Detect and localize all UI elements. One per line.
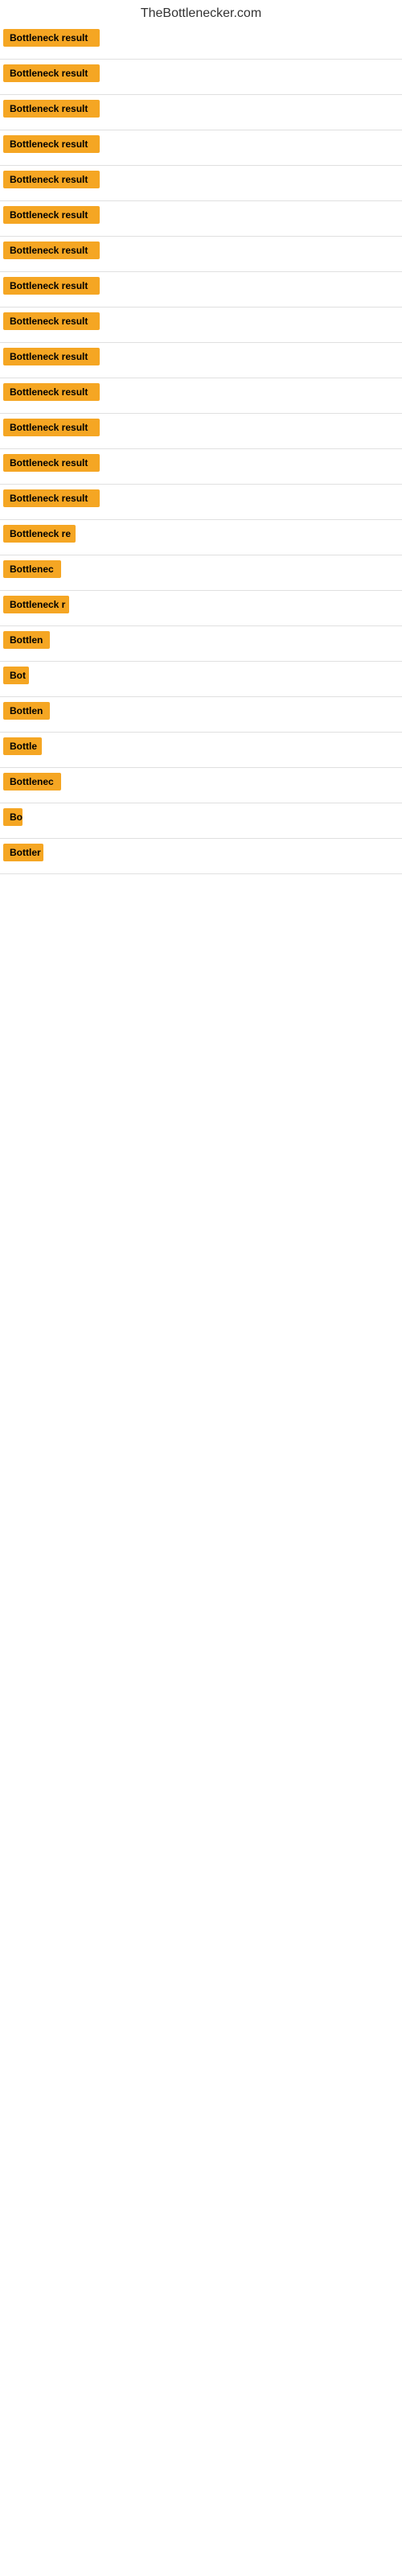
bottom-spacer (0, 874, 402, 1357)
list-item: Bottleneck result (0, 485, 402, 520)
list-item: Bottleneck result (0, 449, 402, 485)
list-item: Bottleneck re (0, 520, 402, 555)
bottleneck-badge[interactable]: Bottleneck result (3, 100, 100, 118)
bottleneck-badge[interactable]: Bottlen (3, 702, 50, 720)
bottleneck-badge[interactable]: Bot (3, 667, 29, 684)
bottleneck-badge[interactable]: Bottleneck result (3, 171, 100, 188)
list-item: Bottleneck result (0, 201, 402, 237)
bottleneck-badge[interactable]: Bottlenec (3, 773, 61, 791)
bottleneck-badge[interactable]: Bottleneck result (3, 489, 100, 507)
list-item: Bottleneck result (0, 95, 402, 130)
list-item: Bot (0, 662, 402, 697)
list-item: Bottleneck result (0, 237, 402, 272)
list-item: Bottleneck result (0, 308, 402, 343)
bottleneck-badge[interactable]: Bottleneck result (3, 64, 100, 82)
bottleneck-badge[interactable]: Bottleneck result (3, 383, 100, 401)
list-item: Bottlenec (0, 768, 402, 803)
bottleneck-badge[interactable]: Bottler (3, 844, 43, 861)
bottleneck-badge[interactable]: Bottle (3, 737, 42, 755)
list-item: Bottleneck r (0, 591, 402, 626)
bottleneck-badge[interactable]: Bottlenec (3, 560, 61, 578)
bottleneck-badge[interactable]: Bottlen (3, 631, 50, 649)
bottleneck-badge[interactable]: Bottleneck r (3, 596, 69, 613)
list-item: Bottleneck result (0, 130, 402, 166)
bottleneck-badge[interactable]: Bottleneck result (3, 242, 100, 259)
bottleneck-badge[interactable]: Bottleneck re (3, 525, 76, 543)
bottleneck-badge[interactable]: Bo (3, 808, 23, 826)
bottleneck-badge[interactable]: Bottleneck result (3, 206, 100, 224)
list-item: Bottler (0, 839, 402, 874)
bottleneck-badge[interactable]: Bottleneck result (3, 277, 100, 295)
site-title: TheBottlenecker.com (0, 0, 402, 24)
list-item: Bottle (0, 733, 402, 768)
list-item: Bottleneck result (0, 343, 402, 378)
list-item: Bottleneck result (0, 378, 402, 414)
list-item: Bottleneck result (0, 272, 402, 308)
list-item: Bo (0, 803, 402, 839)
list-item: Bottlen (0, 697, 402, 733)
bottleneck-badge[interactable]: Bottleneck result (3, 419, 100, 436)
bottleneck-badge[interactable]: Bottleneck result (3, 454, 100, 472)
list-item: Bottleneck result (0, 166, 402, 201)
bottleneck-badge[interactable]: Bottleneck result (3, 348, 100, 365)
list-item: Bottleneck result (0, 414, 402, 449)
list-item: Bottlen (0, 626, 402, 662)
bottleneck-badge[interactable]: Bottleneck result (3, 29, 100, 47)
list-item: Bottlenec (0, 555, 402, 591)
list-item: Bottleneck result (0, 60, 402, 95)
bottleneck-badge[interactable]: Bottleneck result (3, 312, 100, 330)
bottleneck-badge[interactable]: Bottleneck result (3, 135, 100, 153)
list-item: Bottleneck result (0, 24, 402, 60)
